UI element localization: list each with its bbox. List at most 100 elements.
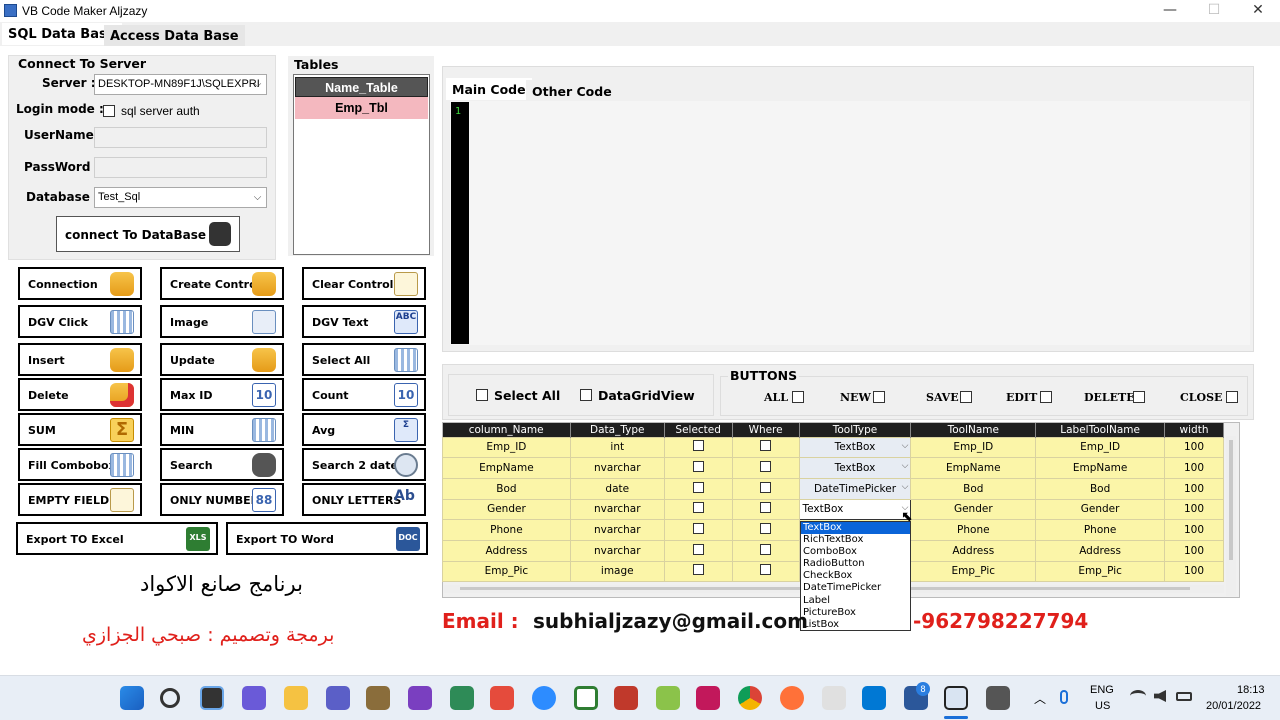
grid-cell[interactable]: EmpName <box>442 457 571 479</box>
region-label[interactable]: US <box>1095 700 1110 712</box>
table-row[interactable]: EmpName nvarchar TextBox ⌵ EmpName EmpName 100 <box>442 457 1224 479</box>
dropdown-option[interactable]: DateTimePicker <box>801 582 910 594</box>
grid-cell[interactable]: Bod <box>910 477 1037 500</box>
server-combo[interactable]: DESKTOP-MN89F1J\SQLEXPRI ⌵ <box>94 74 267 95</box>
grid-cell[interactable]: Emp_ID <box>442 436 571 459</box>
grid-cell[interactable]: Phone <box>910 519 1037 541</box>
only-number-button[interactable]: ONLY NUMBER 88 <box>160 483 284 516</box>
grid-cell[interactable]: Address <box>910 539 1037 562</box>
column-header[interactable]: column_Name <box>442 423 571 437</box>
export-to-word-button[interactable]: Export TO Word DOC <box>226 522 428 555</box>
option-close-checkbox[interactable] <box>1226 391 1238 406</box>
dropdown-option[interactable]: Label <box>801 595 910 607</box>
column-header[interactable]: Where <box>732 423 800 437</box>
start-icon[interactable] <box>120 686 144 710</box>
where-checkbox[interactable] <box>731 560 800 583</box>
where-checkbox[interactable] <box>731 498 800 521</box>
search-2-date-button[interactable]: Search 2 date <box>302 448 426 481</box>
file-explorer-icon[interactable] <box>284 686 308 710</box>
option-save-checkbox[interactable] <box>960 391 972 406</box>
option-all-checkbox[interactable] <box>792 391 804 406</box>
column-header[interactable]: Data_Type <box>570 423 665 437</box>
search-button[interactable]: Search <box>160 448 284 481</box>
grid-cell[interactable]: nvarchar <box>569 539 665 562</box>
app-icon-blank[interactable] <box>822 686 846 710</box>
grid-cell[interactable]: Gender <box>442 498 571 521</box>
grid-cell[interactable]: Emp_Pic <box>910 560 1037 583</box>
language-label[interactable]: ENG <box>1090 684 1114 696</box>
tooltype-combo[interactable]: TextBox ⌵ <box>798 457 912 479</box>
only-letters-button[interactable]: ONLY LETTERS Ab <box>302 483 426 516</box>
grid-cell[interactable]: Emp_ID <box>1035 436 1166 459</box>
chat-icon[interactable] <box>242 686 266 710</box>
connection-button[interactable]: Connection <box>18 267 142 300</box>
grid-cell[interactable]: Phone <box>1035 519 1166 541</box>
selected-checkbox[interactable] <box>663 457 733 479</box>
access-icon[interactable] <box>614 686 638 710</box>
battery-icon[interactable] <box>1176 692 1192 701</box>
app-icon-dark[interactable] <box>986 686 1010 710</box>
connect-database-button[interactable]: connect To DataBase <box>56 216 240 252</box>
clock-date[interactable]: 20/01/2022 <box>1206 700 1261 712</box>
selected-checkbox[interactable] <box>663 477 733 500</box>
create-controls-button[interactable]: Create Controls <box>160 267 284 300</box>
task-view-icon[interactable] <box>200 686 224 710</box>
grid-cell[interactable]: 100 <box>1164 539 1224 562</box>
grid-cell[interactable]: date <box>569 477 665 500</box>
export-to-excel-button[interactable]: Export TO Excel XLS <box>16 522 218 555</box>
maximize-button[interactable]: ☐ <box>1192 0 1236 22</box>
dropdown-option[interactable]: ComboBox <box>801 546 910 558</box>
microphone-icon[interactable] <box>1060 690 1068 704</box>
database-combo[interactable]: Test_Sql ⌵ <box>94 187 267 208</box>
delete-button[interactable]: Delete <box>18 378 142 411</box>
selected-checkbox[interactable] <box>663 539 733 562</box>
dropdown-option[interactable]: ListBox <box>801 619 910 631</box>
tab-access-database[interactable]: Access Data Base <box>104 25 245 47</box>
dropdown-option[interactable]: RichTextBox <box>801 534 910 546</box>
where-checkbox[interactable] <box>731 539 800 562</box>
zoom-icon[interactable] <box>532 686 556 710</box>
dgv-click-button[interactable]: DGV Click <box>18 305 142 338</box>
grid-cell[interactable]: Address <box>1035 539 1166 562</box>
datagridview-checkbox[interactable] <box>580 389 592 404</box>
grid-cell[interactable]: nvarchar <box>569 498 665 521</box>
wifi-icon[interactable] <box>1130 690 1146 702</box>
column-header[interactable]: LabelToolName <box>1035 423 1166 437</box>
chrome-icon[interactable] <box>738 686 762 710</box>
grid-cell[interactable]: Emp_ID <box>910 436 1037 459</box>
option-edit-checkbox[interactable] <box>1040 391 1052 406</box>
grid-cell[interactable]: 100 <box>1164 457 1224 479</box>
where-checkbox[interactable] <box>731 519 800 541</box>
count-button[interactable]: Count 10 <box>302 378 426 411</box>
grid-cell[interactable]: EmpName <box>1035 457 1166 479</box>
tab-main-code[interactable]: Main Code <box>446 78 532 100</box>
code-editor[interactable] <box>450 101 1250 345</box>
tooltype-combo[interactable]: TextBox ⌵ <box>798 436 912 459</box>
visual-studio-icon[interactable] <box>408 686 432 710</box>
min-button[interactable]: MIN <box>160 413 284 446</box>
clear-controls-button[interactable]: Clear Controls <box>302 267 426 300</box>
grid-cell[interactable]: EmpName <box>910 457 1037 479</box>
avg-button[interactable]: Avg Σ <box>302 413 426 446</box>
option-delete-checkbox[interactable] <box>1133 391 1145 406</box>
app-icon-infinity[interactable] <box>326 686 350 710</box>
tooltype-combo[interactable]: TextBox ⌵ <box>798 498 912 521</box>
chevron-up-icon[interactable]: ︿ <box>1034 690 1046 707</box>
grid-cell[interactable]: Bod <box>442 477 571 500</box>
table-row[interactable]: Gender nvarchar TextBox ⌵ Gender Gender 100 <box>442 498 1224 521</box>
fill-combobox-button[interactable]: Fill Combobox <box>18 448 142 481</box>
column-header[interactable]: Selected <box>664 423 733 437</box>
grid-cell[interactable]: Address <box>442 539 571 562</box>
grid-cell[interactable]: 100 <box>1164 498 1224 521</box>
dropdown-option[interactable]: TextBox <box>801 522 910 535</box>
column-header[interactable]: ToolName <box>910 423 1037 437</box>
selected-checkbox[interactable] <box>663 436 733 459</box>
grid-cell[interactable]: 100 <box>1164 436 1224 459</box>
tab-other-code[interactable]: Other Code <box>526 80 618 102</box>
grid-cell[interactable]: Emp_Pic <box>1035 560 1166 583</box>
grid-vscroll-thumb[interactable] <box>1229 440 1233 560</box>
clock-time[interactable]: 18:13 <box>1237 684 1265 696</box>
close-button[interactable]: ✕ <box>1236 0 1280 22</box>
where-checkbox[interactable] <box>731 436 800 459</box>
select-all-button[interactable]: Select All <box>302 343 426 376</box>
